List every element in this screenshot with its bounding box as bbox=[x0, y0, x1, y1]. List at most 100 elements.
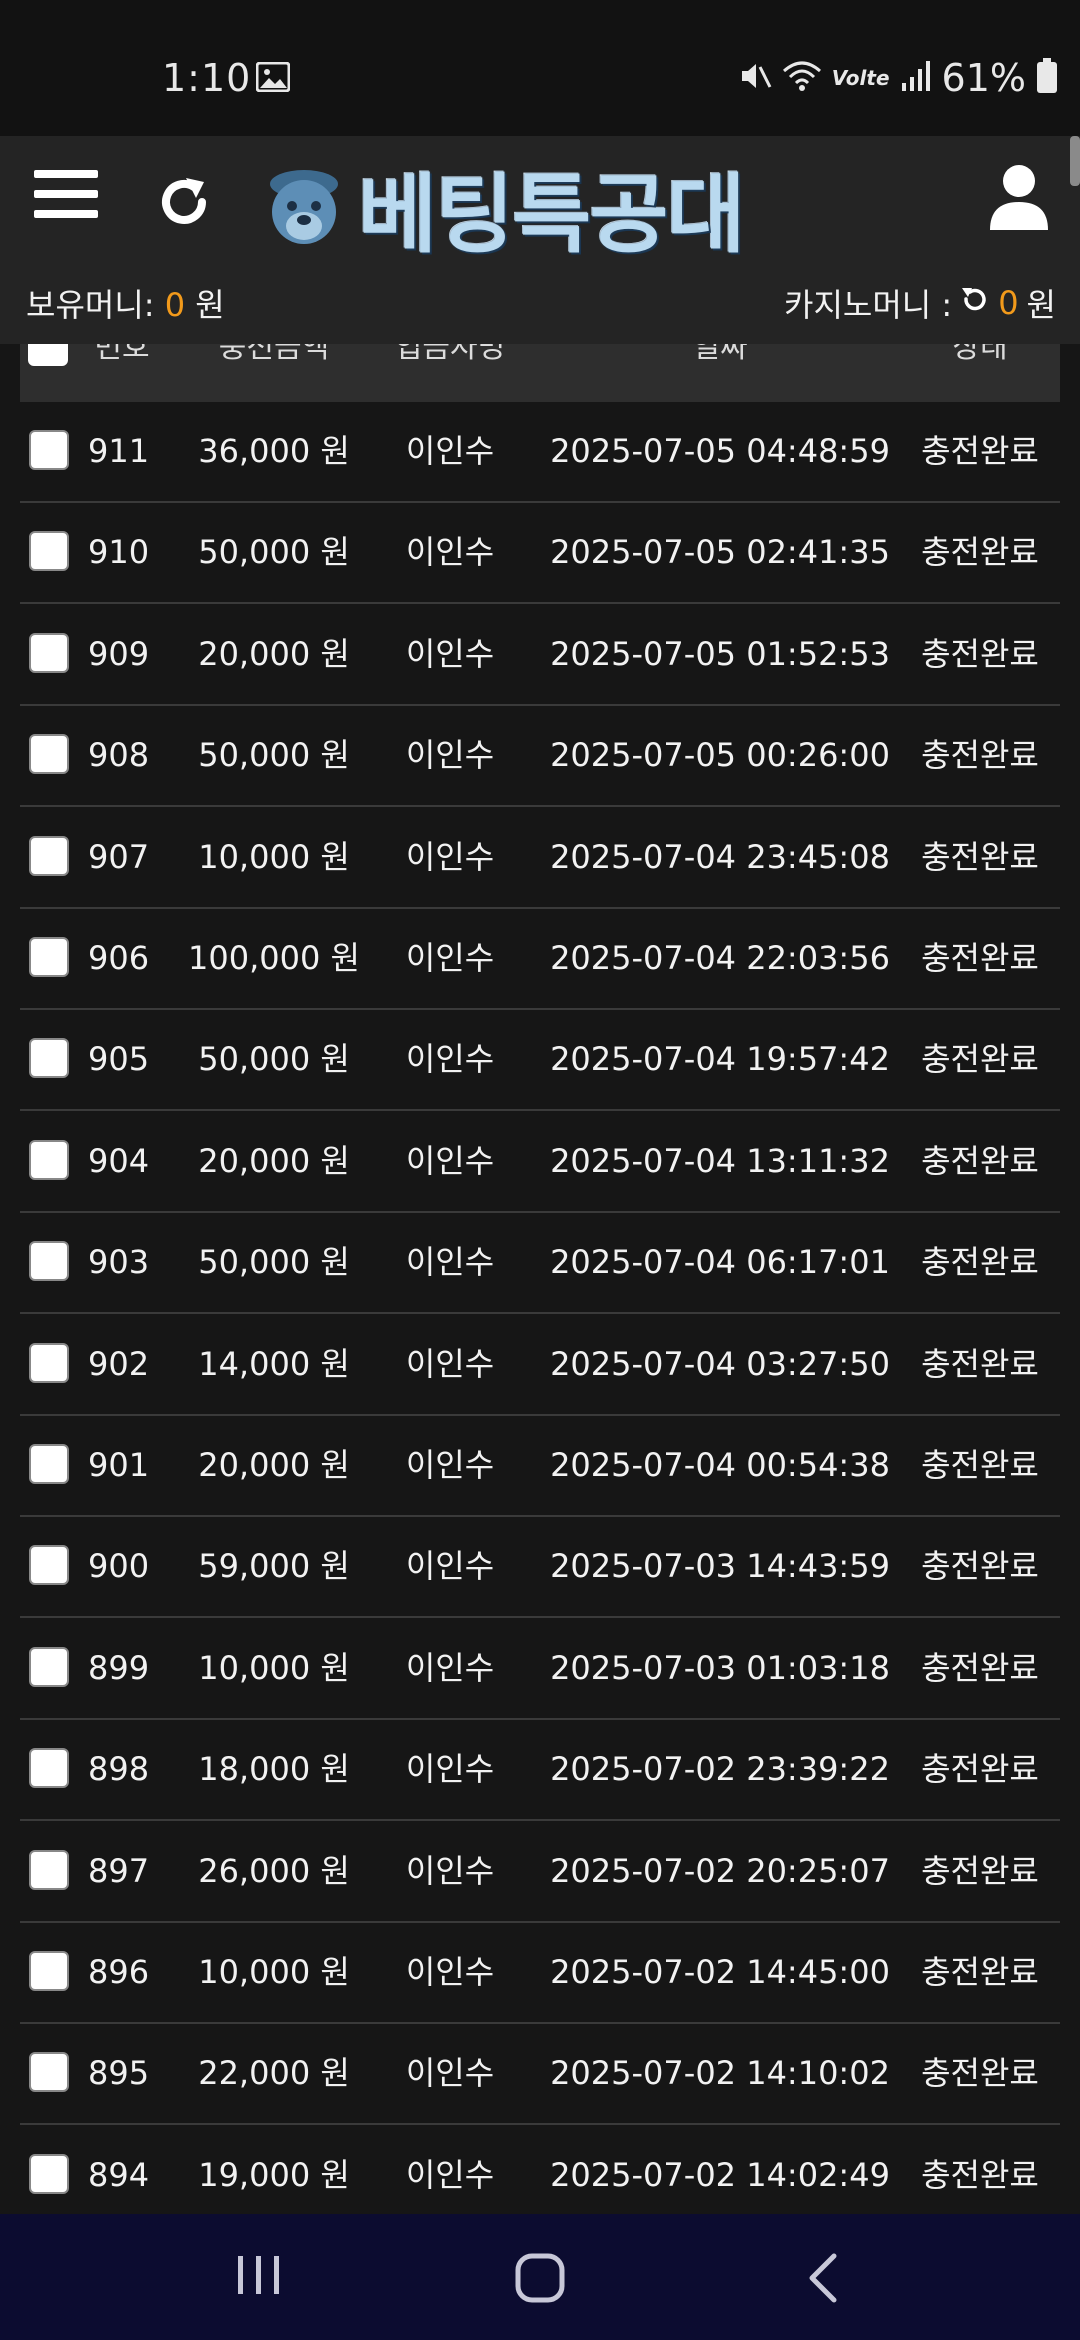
table-row[interactable]: 899 10,000 원 이인수 2025-07-03 01:03:18 충전완료 bbox=[20, 1619, 1060, 1720]
row-checkbox[interactable] bbox=[29, 2153, 69, 2194]
row-checkbox[interactable] bbox=[29, 1038, 69, 1079]
scrollbar[interactable] bbox=[1070, 136, 1080, 186]
cell-date: 2025-07-02 14:02:49 bbox=[550, 2155, 890, 2194]
cell-number: 906 bbox=[88, 939, 150, 977]
row-checkbox[interactable] bbox=[29, 1444, 69, 1484]
table-row[interactable]: 902 14,000 원 이인수 2025-07-04 03:27:50 충전완료 bbox=[20, 1315, 1060, 1416]
table-row[interactable]: 897 26,000 원 이인수 2025-07-02 20:25:07 충전완료 bbox=[20, 1822, 1060, 1923]
table-row[interactable]: 898 18,000 원 이인수 2025-07-02 23:39:22 충전완료 bbox=[20, 1720, 1060, 1822]
column-header-status: 상태 bbox=[952, 344, 1008, 365]
table-row[interactable]: 911 36,000 원 이인수 2025-07-05 04:48:59 충전완료 bbox=[20, 402, 1060, 503]
row-checkbox[interactable] bbox=[29, 1241, 69, 1282]
table-row[interactable]: 909 20,000 원 이인수 2025-07-05 01:52:53 충전완료 bbox=[20, 605, 1060, 706]
table-row[interactable]: 905 50,000 원 이인수 2025-07-04 19:57:42 충전완료 bbox=[20, 1010, 1060, 1112]
recent-apps-icon[interactable] bbox=[236, 2252, 282, 2302]
holding-label: 보유머니: bbox=[26, 286, 155, 324]
cell-number: 908 bbox=[88, 736, 150, 775]
cell-depositor: 이인수 bbox=[405, 2155, 495, 2194]
cell-amount: 26,000 원 bbox=[198, 1851, 350, 1890]
row-checkbox[interactable] bbox=[29, 2052, 69, 2093]
row-checkbox[interactable] bbox=[29, 1646, 69, 1687]
logo-mascot-icon bbox=[270, 170, 338, 244]
table-row[interactable]: 901 20,000 원 이인수 2025-07-04 00:54:38 충전완료 bbox=[20, 1416, 1060, 1517]
row-checkbox[interactable] bbox=[29, 1951, 69, 1991]
home-icon[interactable] bbox=[514, 2252, 566, 2308]
table-row[interactable]: 904 20,000 원 이인수 2025-07-04 13:11:32 충전완료 bbox=[20, 1112, 1060, 1213]
mute-icon bbox=[738, 59, 772, 97]
cell-status: 충전완료 bbox=[921, 2155, 1039, 2194]
cell-amount: 14,000 원 bbox=[198, 1344, 350, 1383]
site-logo[interactable]: 베팅특공대 bbox=[258, 156, 824, 265]
cell-amount: 10,000 원 bbox=[198, 837, 350, 876]
cell-status: 충전완료 bbox=[921, 1040, 1039, 1079]
select-all-checkbox[interactable] bbox=[28, 344, 68, 366]
row-checkbox[interactable] bbox=[29, 1545, 69, 1586]
cell-number: 903 bbox=[88, 1243, 150, 1282]
table-row[interactable]: 907 10,000 원 이인수 2025-07-04 23:45:08 충전완료 bbox=[20, 808, 1060, 909]
row-checkbox[interactable] bbox=[29, 430, 69, 470]
row-checkbox[interactable] bbox=[29, 1139, 69, 1180]
cell-depositor: 이인수 bbox=[405, 1446, 495, 1484]
casino-unit: 원 bbox=[1026, 286, 1056, 324]
row-checkbox[interactable] bbox=[29, 1342, 69, 1383]
cell-number: 902 bbox=[88, 1344, 150, 1383]
cell-status: 충전완료 bbox=[921, 1953, 1039, 1991]
cell-number: 895 bbox=[88, 2054, 150, 2093]
cell-depositor: 이인수 bbox=[405, 1040, 495, 1079]
row-checkbox[interactable] bbox=[29, 1849, 69, 1890]
cell-number: 894 bbox=[88, 2155, 150, 2194]
cell-depositor: 이인수 bbox=[405, 432, 495, 470]
table-row[interactable]: 906 100,000 원 이인수 2025-07-04 22:03:56 충전완료 bbox=[20, 909, 1060, 1010]
cell-amount: 36,000 원 bbox=[198, 432, 350, 470]
row-checkbox[interactable] bbox=[29, 937, 69, 977]
refresh-icon[interactable] bbox=[154, 172, 214, 236]
cell-number: 904 bbox=[88, 1141, 150, 1180]
cell-date: 2025-07-03 01:03:18 bbox=[550, 1648, 890, 1687]
cell-depositor: 이인수 bbox=[405, 837, 495, 876]
column-header-depositor: 입금자명 bbox=[394, 344, 506, 365]
cell-status: 충전완료 bbox=[921, 1141, 1039, 1180]
cell-depositor: 이인수 bbox=[405, 533, 495, 572]
cell-depositor: 이인수 bbox=[405, 939, 495, 977]
casino-label: 카지노머니 : bbox=[784, 286, 953, 324]
table-row[interactable]: 900 59,000 원 이인수 2025-07-03 14:43:59 충전완료 bbox=[20, 1517, 1060, 1619]
cell-amount: 10,000 원 bbox=[198, 1648, 350, 1687]
table-row[interactable]: 895 22,000 원 이인수 2025-07-02 14:10:02 충전완료 bbox=[20, 2024, 1060, 2126]
cell-depositor: 이인수 bbox=[405, 2054, 495, 2093]
cell-status: 충전완료 bbox=[921, 939, 1039, 977]
cell-status: 충전완료 bbox=[921, 533, 1039, 572]
back-icon[interactable] bbox=[804, 2252, 844, 2308]
status-bar: 1:10 Volte 61% bbox=[0, 0, 1080, 136]
table-row[interactable]: 896 10,000 원 이인수 2025-07-02 14:45:00 충전완료 bbox=[20, 1923, 1060, 2024]
cell-number: 907 bbox=[88, 837, 150, 876]
column-header-date: 일짜 bbox=[692, 344, 748, 365]
casino-refresh-icon[interactable] bbox=[960, 284, 990, 322]
cell-date: 2025-07-02 20:25:07 bbox=[550, 1851, 890, 1890]
table-row[interactable]: 908 50,000 원 이인수 2025-07-05 00:26:00 충전완료 bbox=[20, 706, 1060, 808]
cell-amount: 50,000 원 bbox=[198, 1040, 350, 1079]
row-checkbox[interactable] bbox=[29, 835, 69, 876]
column-header-amount: 충전금액 bbox=[218, 344, 330, 365]
cell-depositor: 이인수 bbox=[405, 1141, 495, 1180]
cell-amount: 10,000 원 bbox=[198, 1953, 350, 1991]
cell-status: 충전완료 bbox=[921, 1547, 1039, 1586]
table-row[interactable]: 894 19,000 원 이인수 2025-07-02 14:02:49 충전완료 bbox=[20, 2126, 1060, 2227]
cell-number: 900 bbox=[88, 1547, 150, 1586]
hamburger-menu-icon[interactable] bbox=[34, 170, 98, 234]
cell-status: 충전완료 bbox=[921, 2054, 1039, 2093]
row-checkbox[interactable] bbox=[29, 734, 69, 775]
cell-depositor: 이인수 bbox=[405, 1648, 495, 1687]
row-checkbox[interactable] bbox=[29, 531, 69, 572]
cell-status: 충전완료 bbox=[921, 1851, 1039, 1890]
table-row[interactable]: 910 50,000 원 이인수 2025-07-05 02:41:35 충전완료 bbox=[20, 503, 1060, 605]
user-profile-icon[interactable] bbox=[988, 162, 1050, 236]
row-checkbox[interactable] bbox=[29, 632, 69, 673]
cell-number: 905 bbox=[88, 1040, 150, 1079]
row-checkbox[interactable] bbox=[29, 1748, 69, 1789]
cell-date: 2025-07-04 23:45:08 bbox=[550, 837, 890, 876]
table-header: 번호 충전금액 입금자명 일짜 상태 bbox=[20, 344, 1060, 402]
system-nav-bar bbox=[0, 2214, 1080, 2340]
cell-amount: 20,000 원 bbox=[198, 1446, 350, 1484]
cell-date: 2025-07-04 06:17:01 bbox=[550, 1243, 890, 1282]
table-row[interactable]: 903 50,000 원 이인수 2025-07-04 06:17:01 충전완료 bbox=[20, 1213, 1060, 1315]
